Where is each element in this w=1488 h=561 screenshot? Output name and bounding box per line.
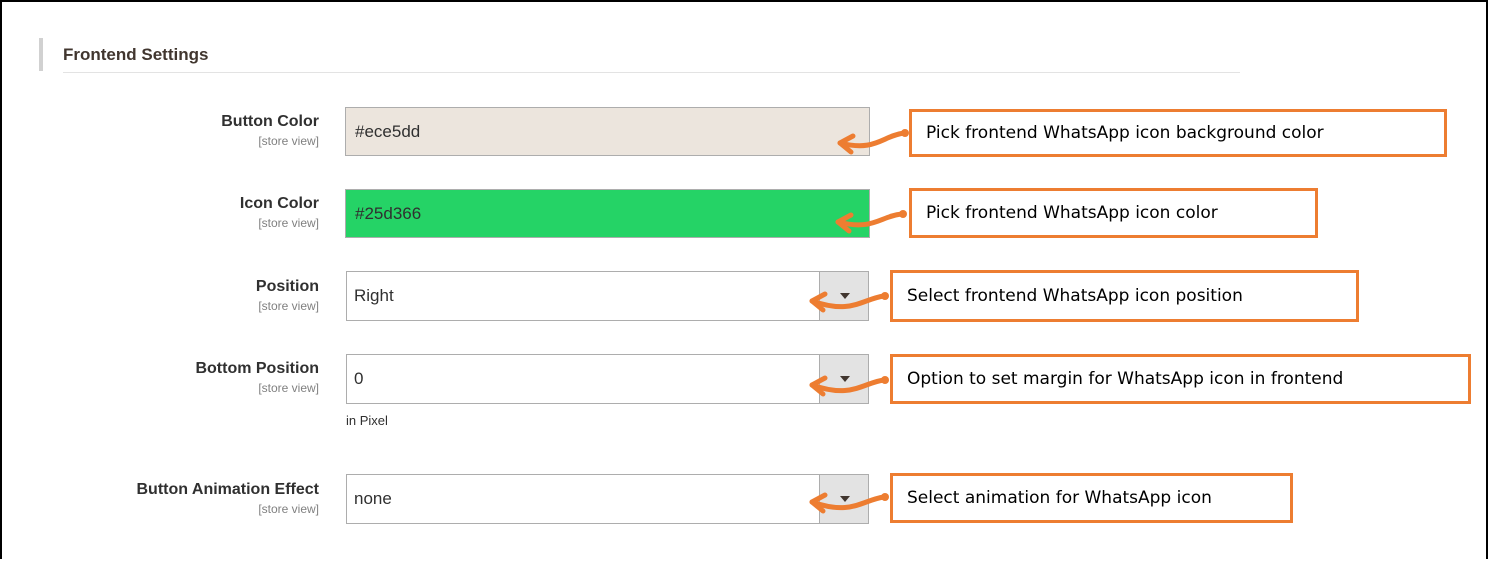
icon-color-label-text: Icon Color [239, 195, 319, 212]
callout-position: Select frontend WhatsApp icon position [890, 270, 1359, 322]
animation-select-value: none [354, 489, 392, 508]
button-color-scope: [store view] [258, 134, 319, 148]
bottom-position-scope: [store view] [258, 381, 319, 395]
button-color-input[interactable]: #ece5dd [345, 107, 870, 156]
chevron-down-icon [840, 496, 850, 502]
callout-button-color: Pick frontend WhatsApp icon background c… [909, 109, 1447, 157]
chevron-down-icon [840, 376, 850, 382]
animation-select-arrow[interactable] [819, 475, 868, 523]
icon-color-scope: [store view] [258, 216, 319, 230]
animation-scope: [store view] [258, 502, 319, 516]
bottom-position-label: Bottom Position [store view] [0, 359, 319, 395]
position-select[interactable]: Right [346, 271, 869, 321]
bottom-position-select[interactable]: 0 [346, 354, 869, 404]
animation-label-text: Button Animation Effect [136, 481, 320, 498]
section-title: Frontend Settings [63, 45, 209, 64]
button-color-label: Button Color [store view] [0, 112, 319, 148]
position-label: Position [store view] [0, 277, 319, 313]
bottom-position-label-text: Bottom Position [195, 360, 319, 377]
position-select-value: Right [354, 286, 394, 305]
position-select-arrow[interactable] [819, 272, 868, 320]
button-color-label-text: Button Color [221, 113, 319, 130]
bottom-position-select-arrow[interactable] [819, 355, 868, 403]
bottom-position-select-value: 0 [354, 369, 364, 388]
chevron-down-icon [840, 293, 850, 299]
section-header-bar [39, 38, 43, 71]
screenshot-frame: Frontend Settings Button Color [store vi… [0, 0, 1488, 559]
icon-color-label: Icon Color [store view] [0, 194, 319, 230]
callout-icon-color: Pick frontend WhatsApp icon color [909, 188, 1318, 238]
icon-color-input[interactable]: #25d366 [345, 189, 870, 238]
section-header: Frontend Settings [39, 38, 1240, 75]
callout-bottom-position: Option to set margin for WhatsApp icon i… [890, 354, 1471, 404]
position-label-text: Position [255, 278, 319, 295]
animation-select[interactable]: none [346, 474, 869, 524]
bottom-position-hint: in Pixel [346, 413, 388, 428]
callout-animation: Select animation for WhatsApp icon [890, 473, 1293, 523]
section-divider [63, 72, 1240, 73]
position-scope: [store view] [258, 299, 319, 313]
animation-label: Button Animation Effect [store view] [0, 480, 320, 516]
